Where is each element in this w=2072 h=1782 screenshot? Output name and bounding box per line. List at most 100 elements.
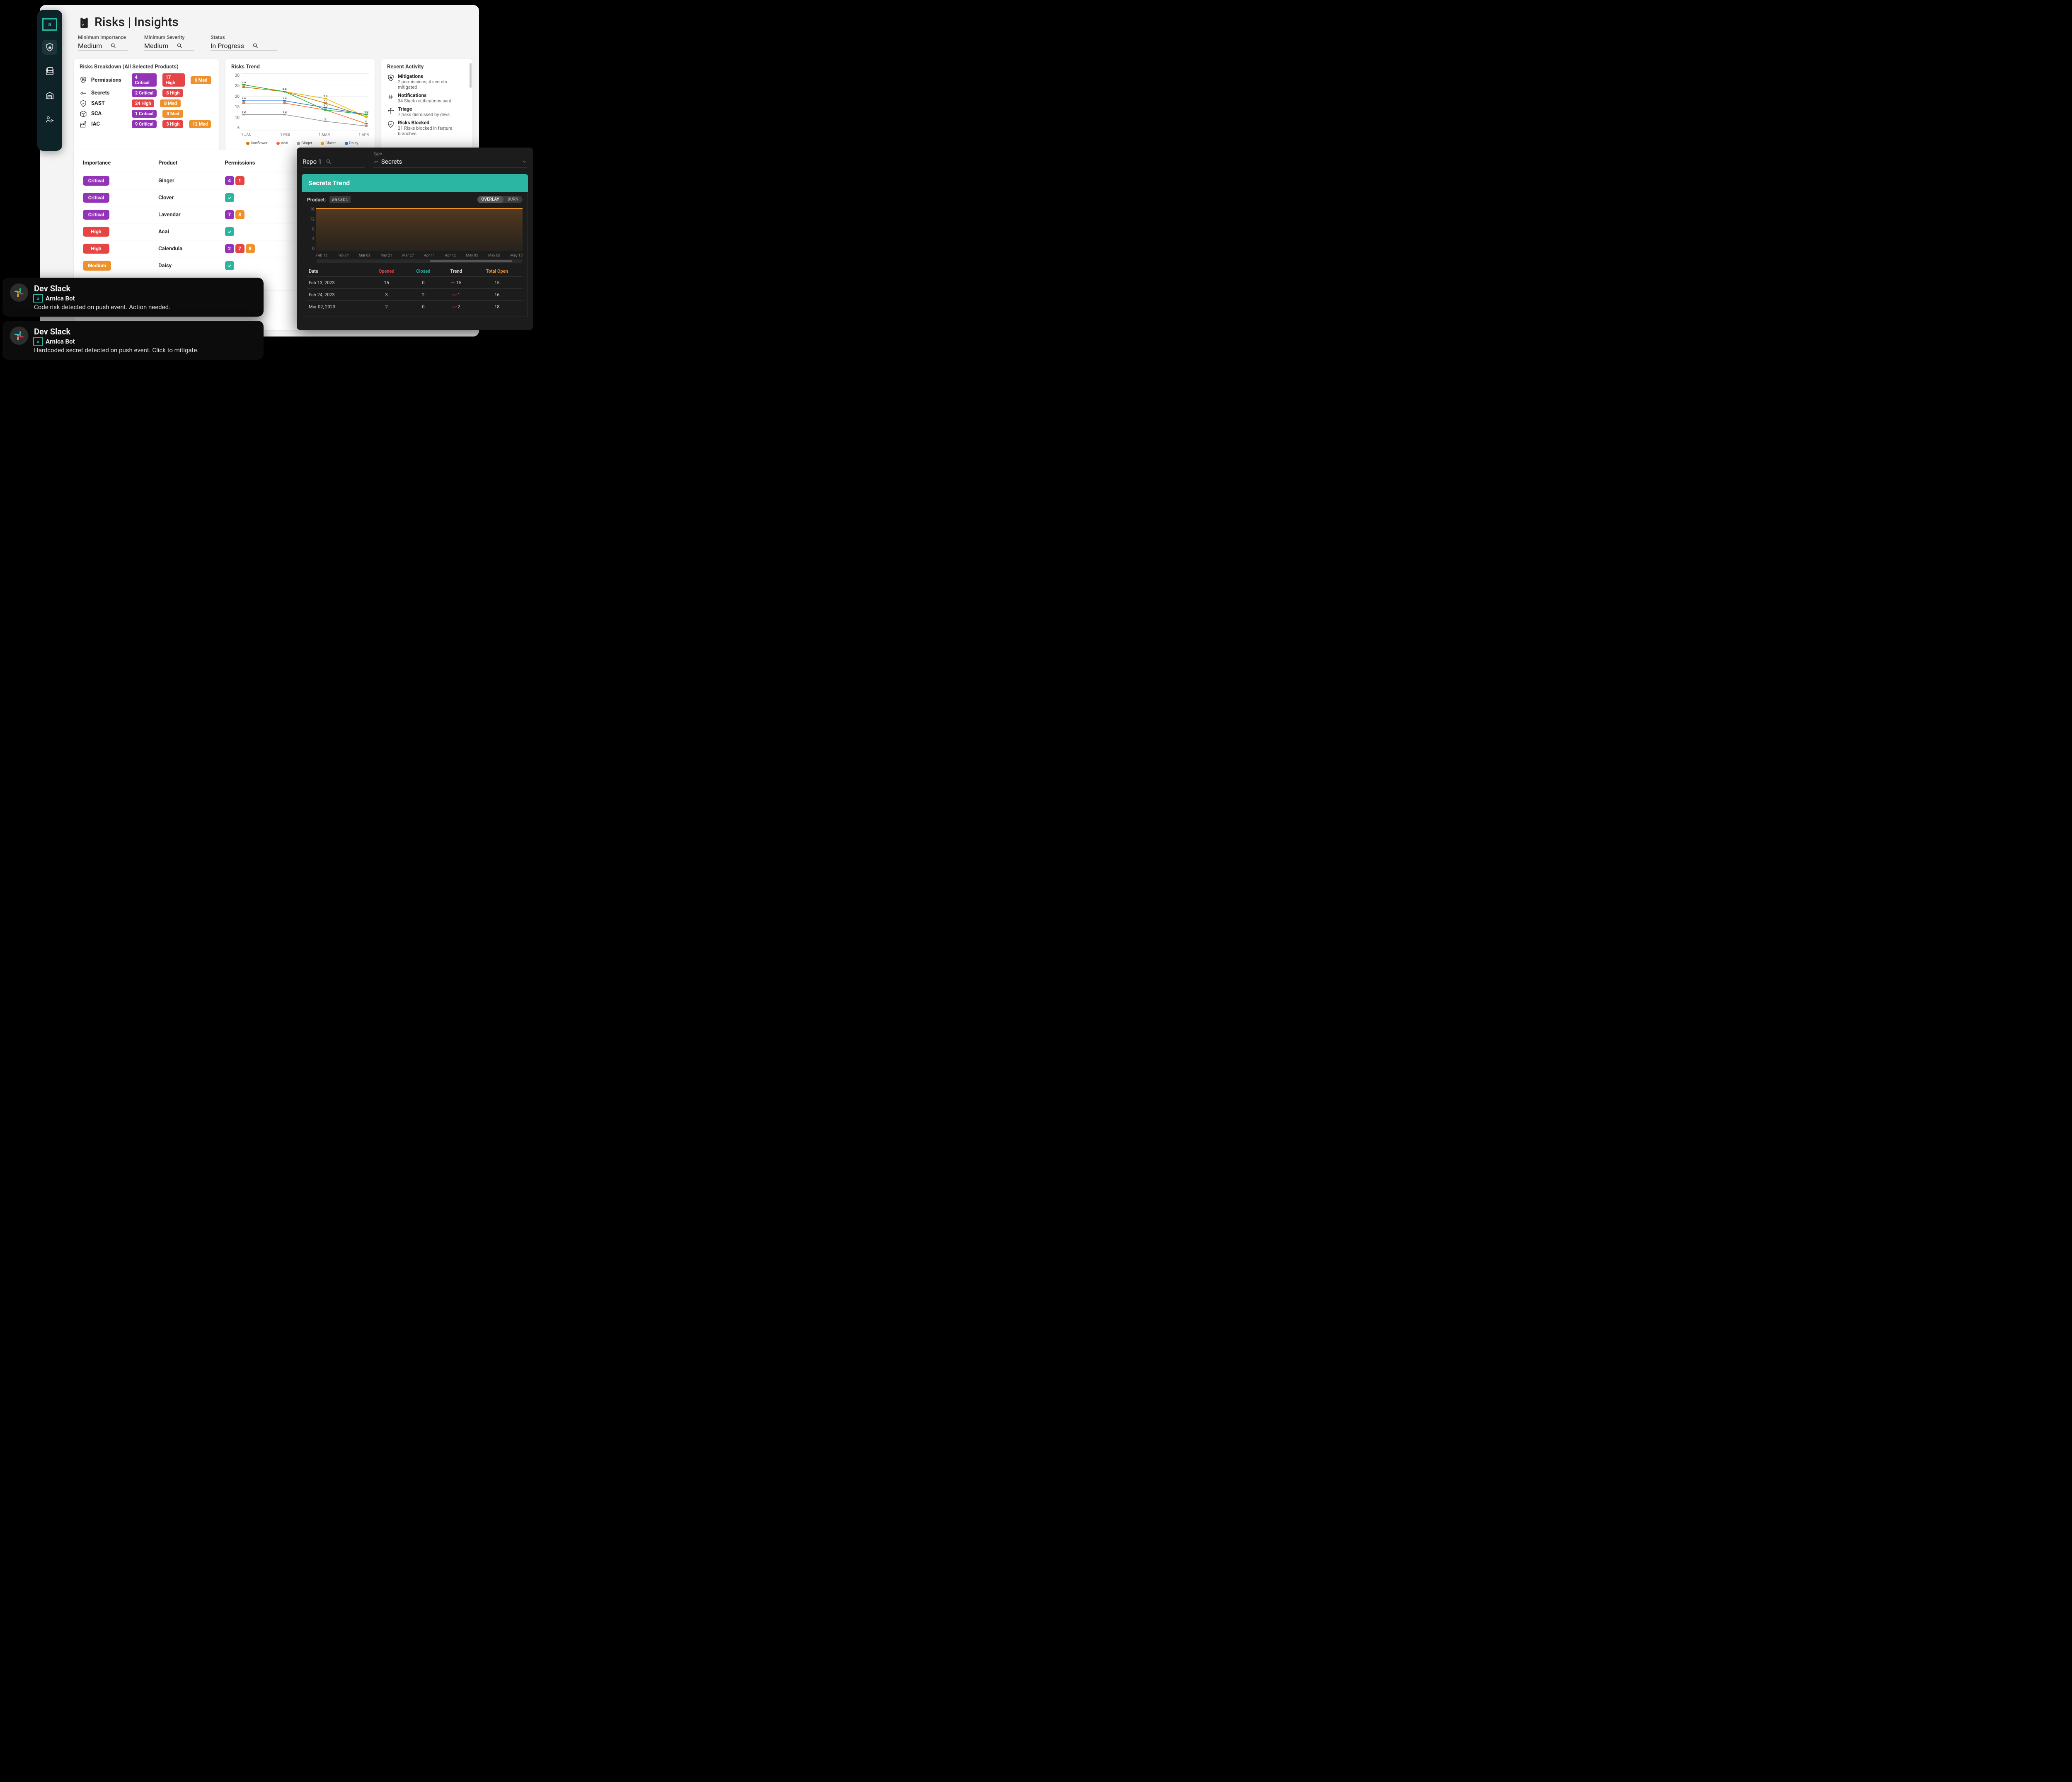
severity-pill: 3 High (162, 120, 183, 128)
brand-logo: a (44, 18, 56, 31)
importance-pill: High (83, 244, 109, 254)
activity-item: Triage7 risks dismissed by devs (387, 106, 467, 117)
severity-pill: 2 Critical (132, 89, 157, 97)
product-row: Product: Wasabi OVERLAY BURN (307, 196, 523, 203)
toast-bot: aArnica Bot (34, 337, 198, 346)
card-title: Recent Activity (387, 64, 467, 70)
count-badge: 1 (235, 176, 244, 185)
warehouse-icon (45, 91, 54, 100)
breakdown-row: Permissions4 Critical17 High6 Med (80, 73, 213, 87)
svg-text:2: 2 (82, 23, 84, 27)
shield-home-icon (45, 43, 54, 52)
activity-item: Mitigations2 permissions, 4 secrets miti… (387, 73, 467, 90)
count-badge: 8 (235, 210, 244, 219)
activity-item: Risks Blocked21 Risks blocked in feature… (387, 120, 467, 136)
main-sidebar: a (37, 10, 62, 151)
importance-pill: Medium (83, 261, 111, 271)
table-row: Feb 13, 2023 15 0 15 15 (307, 277, 523, 289)
count-badge: 7 (225, 210, 234, 219)
svg-text:14: 14 (323, 107, 328, 109)
secrets-icon (373, 159, 379, 165)
severity-pill: 8 High (162, 89, 183, 97)
nav-home[interactable] (42, 40, 57, 55)
search-icon (326, 159, 332, 165)
severity-pill: 4 Critical (132, 73, 157, 87)
column-header[interactable]: Permissions (222, 155, 303, 172)
severity-pill: 3 Med (162, 110, 183, 118)
importance-pill: Critical (83, 176, 109, 186)
cube-icon (80, 110, 87, 118)
legend-item: Clover (316, 141, 336, 145)
secrets-trend-header: Secrets Trend (302, 174, 528, 192)
clipboard-icon: 12 (78, 16, 90, 29)
product-chip: Wasabi (329, 196, 351, 203)
toast-message: Code risk detected on push event. Action… (34, 303, 170, 311)
severity-pill: 24 High (132, 99, 154, 107)
user-key-icon (45, 115, 54, 124)
recent-activity-card: Recent Activity Mitigations2 permissions… (381, 59, 472, 159)
importance-pill: Critical (83, 193, 109, 203)
svg-text:18: 18 (242, 97, 246, 99)
status-check (225, 193, 234, 202)
slack-notification[interactable]: Dev Slack aArnica Bot Hardcoded secret d… (2, 321, 264, 360)
slack-icon (10, 327, 28, 345)
chart-scrollbar[interactable] (316, 259, 523, 263)
svg-text:25: 25 (242, 81, 246, 83)
svg-text:12: 12 (242, 111, 246, 113)
count-badge: 4 (225, 176, 234, 185)
column-header[interactable]: Importance (80, 155, 155, 172)
toast-channel: Dev Slack (34, 327, 198, 337)
table-row: Feb 24, 2023 3 2 1 16 (307, 289, 523, 301)
search-icon (110, 43, 116, 49)
svg-text:17: 17 (323, 100, 328, 102)
overlay-burn-toggle[interactable]: OVERLAY BURN (477, 196, 523, 203)
svg-text:8: 8 (365, 120, 368, 122)
hash-icon (387, 93, 395, 101)
importance-pill: Critical (83, 210, 109, 220)
filter-min-severity[interactable]: Minimum Severity Medium (144, 34, 194, 51)
toast-message: Hardcoded secret detected on push event.… (34, 346, 198, 354)
count-badge: 8 (246, 244, 255, 253)
risks-breakdown-card: Risks Breakdown (All Selected Products) … (74, 59, 219, 159)
slack-icon (10, 283, 28, 302)
svg-text:9: 9 (324, 118, 327, 120)
count-badge: 7 (235, 244, 244, 253)
move-icon (387, 107, 395, 114)
page-title: 12 Risks | Insights (78, 15, 471, 29)
calendar-icon (45, 67, 54, 76)
shield-check-icon (80, 100, 87, 107)
importance-pill: High (83, 227, 109, 237)
breakdown-row: IAC9 Critical3 High12 Med (80, 120, 213, 128)
toast-channel: Dev Slack (34, 283, 170, 293)
repo-selector[interactable]: Repo 1 (303, 152, 365, 167)
type-selector[interactable]: Type Secrets (373, 152, 527, 167)
legend-item: Acai (272, 141, 288, 145)
svg-text:18: 18 (282, 97, 287, 99)
search-icon (252, 43, 259, 49)
filter-min-importance[interactable]: Minimum Importance Medium (78, 34, 128, 51)
shield-icon (387, 121, 395, 128)
svg-text:22: 22 (282, 88, 287, 90)
nav-users[interactable] (42, 112, 57, 127)
card-title: Risks Trend (231, 64, 369, 70)
nav-calendar[interactable] (42, 64, 57, 79)
risks-trend-chart: 30252015105 2422171117171481212972522191… (231, 73, 369, 140)
key-icon (80, 90, 87, 97)
nav-inventory[interactable] (42, 88, 57, 103)
breakdown-row: SCA1 Critical3 Med (80, 110, 213, 118)
status-check (225, 227, 234, 236)
severity-pill: 17 High (162, 73, 185, 87)
scrollbar[interactable] (470, 63, 472, 88)
severity-pill: 6 Med (191, 76, 211, 84)
severity-pill: 8 Med (160, 99, 181, 107)
secrets-trend-panel: Repo 1 Type Secrets Secrets Trend Produc… (297, 148, 533, 330)
slack-notification[interactable]: Dev Slack aArnica Bot Code risk detected… (2, 278, 264, 317)
severity-pill: 12 Med (189, 120, 211, 128)
status-check (225, 261, 234, 270)
column-header[interactable]: Product (155, 155, 221, 172)
legend-item: Sunflower (242, 141, 267, 145)
legend-item: Ginger (292, 141, 312, 145)
badge-icon (387, 74, 395, 82)
secrets-bar-chart: 1612840 (307, 207, 523, 257)
filter-status[interactable]: Status In Progress (211, 34, 277, 51)
